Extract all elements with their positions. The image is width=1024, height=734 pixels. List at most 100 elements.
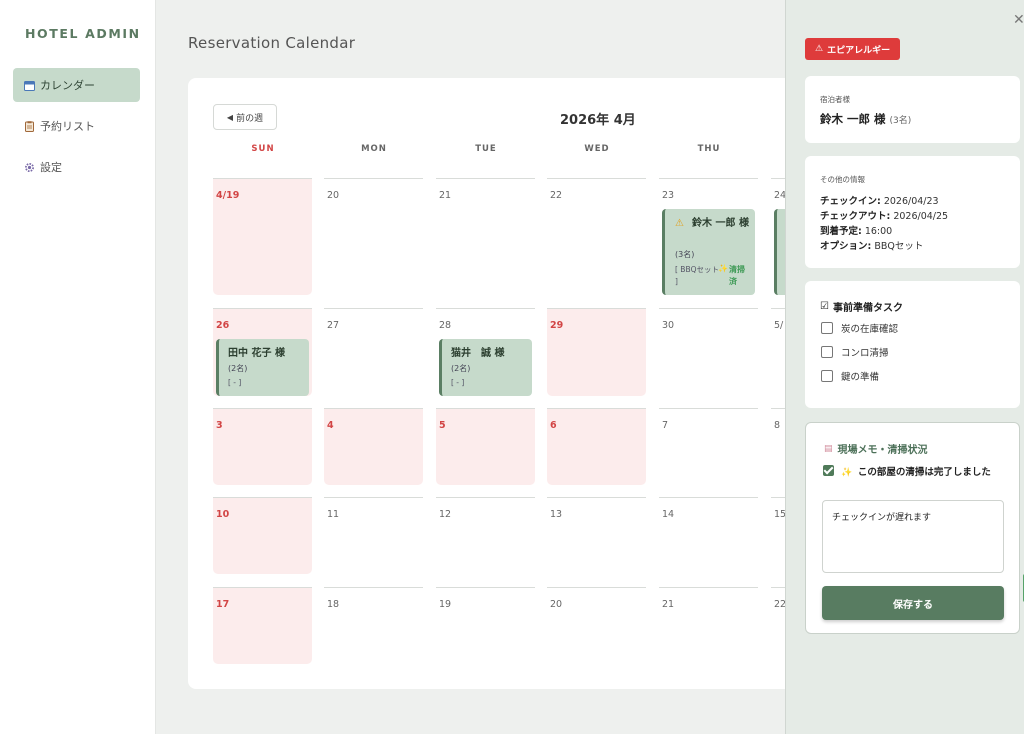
cleaning-done-label: この部屋の清掃は完了しました	[857, 467, 991, 478]
day-number: 23	[662, 190, 675, 201]
memo-textarea[interactable]: チェックインが遅れます	[822, 500, 1004, 573]
day-cell[interactable]: 19	[436, 587, 535, 664]
booking-option: [ - ]	[451, 378, 465, 387]
booking-guest-count: (3名)	[675, 250, 695, 259]
task-title: ☑ 事前準備タスク	[820, 299, 903, 314]
task-checkbox[interactable]	[821, 346, 833, 358]
day-cell[interactable]: 20	[324, 178, 423, 295]
day-number: 5	[439, 420, 446, 431]
weekday-header-tue: TUE	[475, 144, 497, 154]
booking-guest-name: 猫井 誠 様	[451, 348, 505, 359]
guest-label: 宿泊者様	[820, 95, 850, 104]
sparkle-icon: ✨	[718, 264, 728, 273]
day-cell[interactable]: 21	[659, 587, 758, 664]
day-cell[interactable]: 4	[324, 408, 423, 485]
sidebar-item-settings[interactable]: 設定	[13, 150, 140, 184]
close-icon[interactable]: ✕	[1013, 12, 1024, 28]
reservation-detail-panel: ✕ ⚠ エピアレルギー 宿泊者様 鈴木 一郎 様 (3名) その他の情報 チェッ…	[785, 0, 1024, 734]
day-cell[interactable]: 12	[436, 497, 535, 574]
brand-logo: HOTEL ADMIN	[25, 26, 141, 41]
booking-option: [ - ]	[228, 378, 242, 387]
day-cell[interactable]: 30	[659, 308, 758, 396]
day-cell[interactable]: 18	[324, 587, 423, 664]
booking-card-tanaka[interactable]: 田中 花子 様 (2名) [ - ]	[216, 339, 309, 396]
sidebar-item-label: 予約リスト	[40, 120, 95, 133]
day-number: 30	[662, 320, 675, 331]
cleaning-status-badge: 清掃済	[729, 265, 745, 286]
memo-icon: ▤	[824, 443, 833, 454]
day-number: 14	[662, 509, 675, 520]
day-cell[interactable]: 29	[547, 308, 646, 396]
day-number: 27	[327, 320, 340, 331]
weekday-header-wed: WED	[584, 144, 610, 154]
day-number: 28	[439, 320, 452, 331]
sidebar-item-reservation-list[interactable]: 予約リスト	[13, 109, 140, 143]
day-number: 4/19	[216, 190, 240, 201]
day-cell[interactable]: 7	[659, 408, 758, 485]
booking-guest-name: 鈴木 一郎 様	[692, 218, 749, 229]
day-cell[interactable]: 11	[324, 497, 423, 574]
allergy-alert-label: エピアレルギー	[827, 45, 891, 56]
task-checkbox[interactable]	[821, 370, 833, 382]
guest-card: 宿泊者様 鈴木 一郎 様 (3名)	[805, 76, 1020, 143]
day-number: 6	[550, 420, 557, 431]
info-value: 2026/04/25	[893, 211, 949, 222]
day-cell[interactable]: 5	[436, 408, 535, 485]
info-value: BBQセット	[874, 241, 924, 252]
task-item[interactable]: コンロ清掃	[821, 345, 889, 359]
memo-title: ▤ 現場メモ・清掃状況	[824, 441, 928, 457]
day-cell[interactable]: 13	[547, 497, 646, 574]
prev-week-button[interactable]: ◀ 前の週	[213, 104, 277, 130]
info-label: その他の情報	[820, 175, 865, 184]
day-cell[interactable]: 28 猫井 誠 様 (2名) [ - ]	[436, 308, 535, 396]
day-cell[interactable]: 26 田中 花子 様 (2名) [ - ]	[213, 308, 312, 396]
booking-guest-name: 田中 花子 様	[228, 348, 285, 359]
task-checkbox[interactable]	[821, 322, 833, 334]
booking-guest-count: (2名)	[451, 364, 471, 373]
day-cell[interactable]: 21	[436, 178, 535, 295]
task-title-text: 事前準備タスク	[832, 303, 903, 314]
task-label: コンロ清掃	[841, 348, 889, 359]
day-cell[interactable]: 6	[547, 408, 646, 485]
day-number: 11	[327, 509, 340, 520]
day-cell[interactable]: 22	[547, 178, 646, 295]
day-cell[interactable]: 27	[324, 308, 423, 396]
day-number: 21	[439, 190, 452, 201]
day-number: 17	[216, 599, 230, 610]
cleaning-done-toggle[interactable]: ✨ この部屋の清掃は完了しました	[823, 465, 1008, 480]
day-cell[interactable]: 10	[213, 497, 312, 574]
clipboard-icon	[23, 120, 35, 132]
guest-name-text: 鈴木 一郎 様	[820, 112, 886, 126]
task-item[interactable]: 炭の在庫確認	[821, 321, 898, 335]
cleaning-done-checkbox[interactable]	[823, 465, 834, 476]
calendar-card: ◀ 前の週 2026年 4月 SUN MON TUE WED THU 4/19 …	[188, 78, 828, 689]
day-cell[interactable]: 20	[547, 587, 646, 664]
booking-guest-count: (2名)	[228, 364, 248, 373]
info-value: 16:00	[864, 226, 893, 237]
warning-icon: ⚠	[675, 218, 684, 229]
day-cell[interactable]: 17	[213, 587, 312, 664]
day-number: 29	[550, 320, 564, 331]
memo-card: ▤ 現場メモ・清掃状況 ✨ この部屋の清掃は完了しました チェックインが遅れます…	[805, 422, 1020, 634]
day-cell[interactable]: 23 ⚠ 鈴木 一郎 様 (3名) [ BBQセット ] ✨ 清掃済	[659, 178, 758, 295]
booking-card-suzuki[interactable]: ⚠ 鈴木 一郎 様 (3名) [ BBQセット ] ✨ 清掃済	[662, 209, 755, 295]
arrow-left-icon: ◀	[226, 112, 234, 122]
day-cell[interactable]: 4/19	[213, 178, 312, 295]
booking-option: [ BBQセット ]	[675, 265, 720, 286]
day-number: 21	[662, 599, 675, 610]
guest-count: (3名)	[889, 116, 912, 126]
info-key: 到着予定:	[820, 226, 862, 237]
save-button[interactable]: 保存する	[822, 586, 1004, 620]
memo-title-text: 現場メモ・清掃状況	[837, 445, 928, 456]
day-cell[interactable]: 14	[659, 497, 758, 574]
day-cell[interactable]: 3	[213, 408, 312, 485]
task-card: ☑ 事前準備タスク 炭の在庫確認 コンロ清掃 鍵の準備	[805, 281, 1020, 408]
info-key: チェックアウト:	[820, 211, 891, 222]
day-number: 18	[327, 599, 340, 610]
option-row: オプション: BBQセット	[820, 238, 923, 252]
task-label: 鍵の準備	[841, 372, 880, 383]
task-item[interactable]: 鍵の準備	[821, 369, 879, 383]
sidebar-item-calendar[interactable]: カレンダー	[13, 68, 140, 102]
booking-card-nekoi[interactable]: 猫井 誠 様 (2名) [ - ]	[439, 339, 532, 396]
checkbox-icon: ☑	[820, 301, 829, 312]
